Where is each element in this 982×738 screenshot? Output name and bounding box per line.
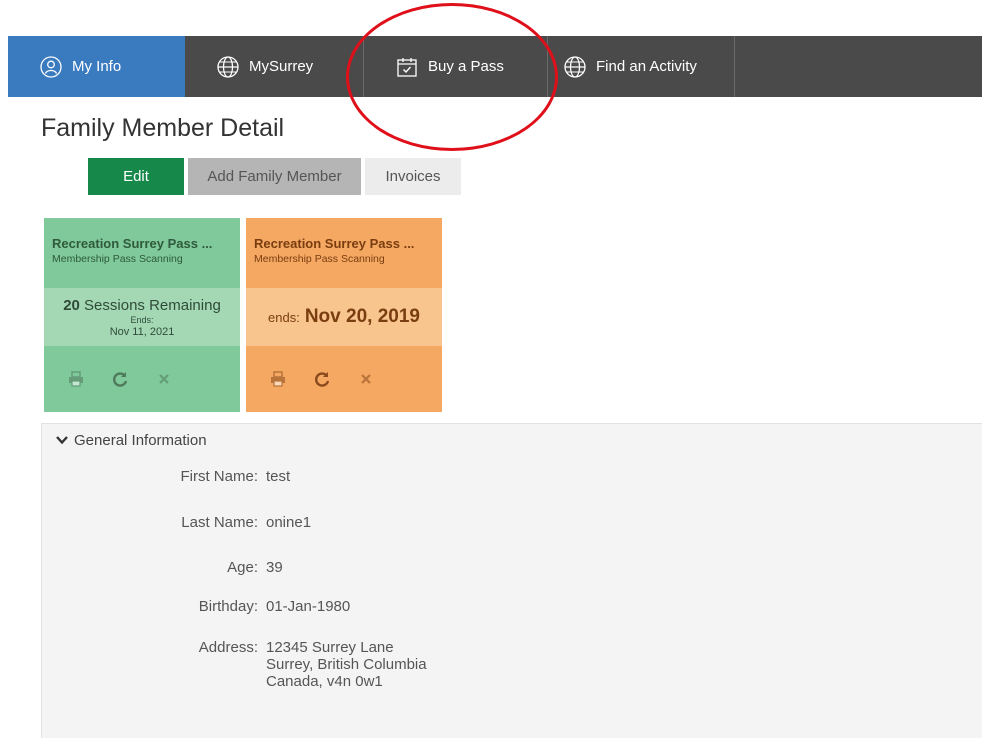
general-information-toggle[interactable]: General Information <box>56 432 207 449</box>
top-nav: My Info MySurrey Buy a Pass Find an Acti… <box>8 36 982 97</box>
nav-buy-a-pass-label: Buy a Pass <box>428 58 504 75</box>
last-name-label: Last Name: <box>181 514 258 531</box>
renew-icon[interactable] <box>300 371 344 387</box>
remove-icon[interactable] <box>142 373 186 385</box>
nav-my-info[interactable]: My Info <box>8 36 185 97</box>
sessions-remaining: 20 Sessions Remaining <box>63 297 221 314</box>
ends-date: Nov 11, 2021 <box>109 325 175 338</box>
pass-status: 20 Sessions Remaining Ends: Nov 11, 2021 <box>44 288 240 346</box>
print-icon[interactable] <box>54 371 98 387</box>
pass-name: Recreation Surrey Pass ... <box>254 236 415 251</box>
address-line-2: Surrey, British Columbia <box>266 656 427 673</box>
ends-label: Ends: <box>130 314 154 325</box>
general-information-panel: General Information First Name: test Las… <box>41 423 982 738</box>
first-name-label: First Name: <box>180 468 258 485</box>
ends-date: Nov 20, 2019 <box>304 306 420 327</box>
print-icon[interactable] <box>256 371 300 387</box>
calendar-check-icon <box>396 56 418 78</box>
pass-card[interactable]: Recreation Surrey Pass ... Membership Pa… <box>246 218 442 412</box>
renew-icon[interactable] <box>98 371 142 387</box>
last-name-row: Last Name: onine1 <box>42 514 642 531</box>
pass-card[interactable]: Recreation Surrey Pass ... Membership Pa… <box>44 218 240 412</box>
birthday-value: 01-Jan-1980 <box>266 598 351 615</box>
address-row: Address: 12345 Surrey Lane Surrey, Briti… <box>42 639 642 690</box>
edit-button[interactable]: Edit <box>88 158 184 195</box>
globe-icon <box>217 55 239 78</box>
invoices-button[interactable]: Invoices <box>365 158 461 195</box>
age-value: 39 <box>266 559 283 576</box>
user-icon <box>40 55 62 78</box>
chevron-down-icon <box>56 434 68 448</box>
address-line-3: Canada, v4n 0w1 <box>266 673 383 690</box>
birthday-label: Birthday: <box>198 598 258 615</box>
add-family-member-button[interactable]: Add Family Member <box>188 158 361 195</box>
nav-my-info-label: My Info <box>72 58 122 75</box>
age-row: Age: 39 <box>42 559 642 576</box>
pass-type: Membership Pass Scanning <box>254 253 385 265</box>
general-information-heading: General Information <box>74 432 207 449</box>
first-name-row: First Name: test <box>42 468 642 485</box>
address-label: Address: <box>198 639 258 656</box>
age-label: Age: <box>227 559 258 576</box>
address-value: 12345 Surrey Lane Surrey, British Columb… <box>266 639 427 690</box>
nav-mysurrey-label: MySurrey <box>249 58 314 75</box>
nav-buy-a-pass[interactable]: Buy a Pass <box>364 36 548 97</box>
remove-icon[interactable] <box>344 373 388 385</box>
sessions-label: Sessions Remaining <box>84 296 221 314</box>
page-title: Family Member Detail <box>41 114 285 142</box>
ends-label: ends: <box>268 309 300 325</box>
address-line-1: 12345 Surrey Lane <box>266 639 394 656</box>
last-name-value: onine1 <box>266 514 312 531</box>
pass-type: Membership Pass Scanning <box>52 253 183 265</box>
sessions-count: 20 <box>63 296 80 314</box>
nav-mysurrey[interactable]: MySurrey <box>185 36 364 97</box>
birthday-row: Birthday: 01-Jan-1980 <box>42 598 642 615</box>
nav-find-activity-label: Find an Activity <box>596 58 697 75</box>
globe-icon <box>564 55 586 78</box>
pass-name: Recreation Surrey Pass ... <box>52 236 213 251</box>
first-name-value: test <box>266 468 291 485</box>
nav-find-activity[interactable]: Find an Activity <box>548 36 735 97</box>
pass-status: ends: Nov 20, 2019 <box>246 288 442 346</box>
